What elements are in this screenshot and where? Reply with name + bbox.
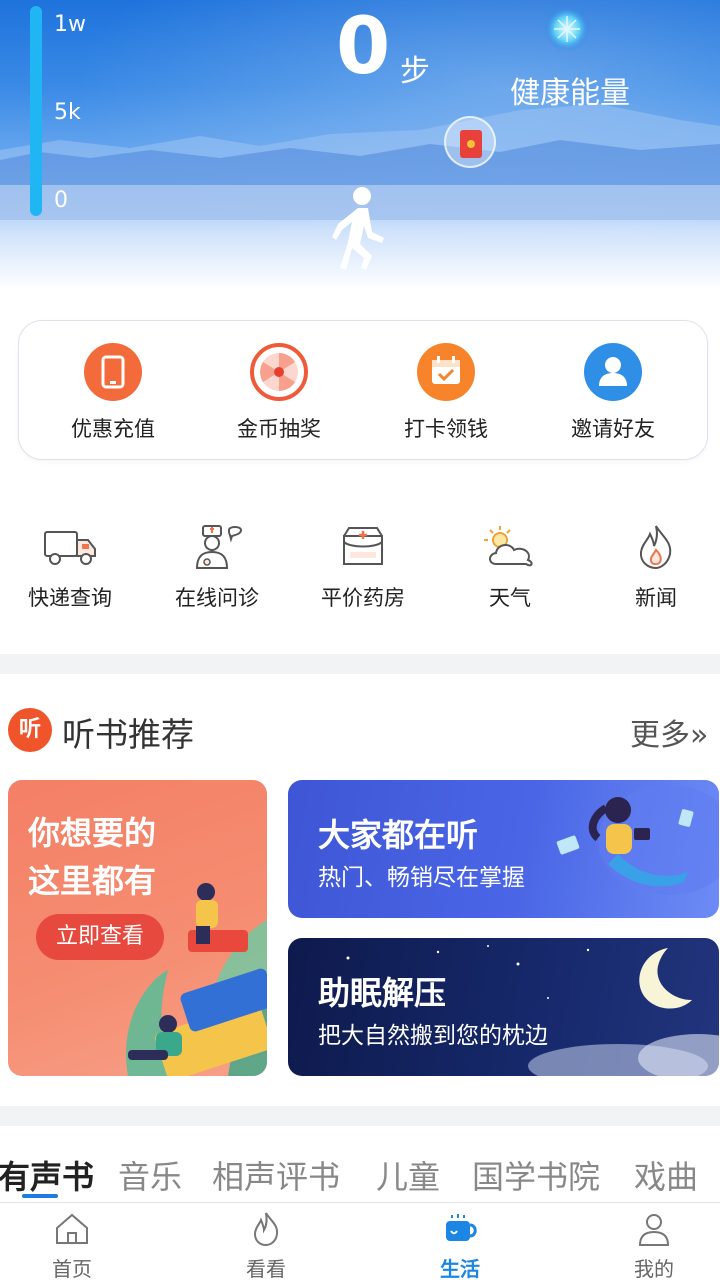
step-count: 0	[336, 2, 391, 92]
lottery-wheel-icon	[250, 343, 308, 401]
tablet-icon	[84, 343, 142, 401]
quick-action-label: 金币抽奖	[237, 417, 321, 441]
service-express-tracking[interactable]: 快递查询	[0, 524, 140, 612]
nav-watch[interactable]: 看看	[206, 1209, 326, 1280]
medicine-box-icon	[343, 527, 383, 565]
sleep-card-subtitle: 把大自然搬到您的枕边	[318, 1023, 548, 1049]
home-icon	[56, 1213, 88, 1244]
nav-label: 我的	[634, 1257, 674, 1280]
view-now-button[interactable]: 立即查看	[36, 914, 164, 960]
nav-life[interactable]: 生活	[400, 1209, 520, 1280]
red-packet-icon	[460, 130, 482, 158]
feature-card-line2: 这里都有	[28, 862, 157, 900]
service-weather[interactable]: 天气	[440, 524, 580, 612]
scale-label-max: 1w	[54, 12, 86, 37]
nav-home[interactable]: 首页	[12, 1209, 132, 1280]
service-news[interactable]: 新闻	[586, 524, 720, 612]
doctor-icon	[195, 525, 243, 569]
step-progress-bar	[30, 6, 42, 216]
nav-label: 生活	[440, 1257, 480, 1280]
truck-icon	[44, 531, 96, 565]
quick-action-checkin[interactable]: 打卡领钱	[362, 343, 530, 443]
bottom-nav: 首页 看看 生活 我的	[0, 1202, 720, 1280]
section-divider	[0, 654, 720, 674]
step-unit: 步	[400, 54, 430, 89]
category-tab-audiobook[interactable]: 有声书	[0, 1152, 94, 1198]
active-tab-indicator	[22, 1194, 58, 1198]
flame-icon	[639, 525, 672, 570]
service-online-consultation[interactable]: 在线问诊	[147, 524, 287, 612]
feature-card-line1: 你想要的	[28, 814, 157, 852]
person-icon	[638, 1214, 670, 1246]
scale-label-min: 0	[54, 188, 68, 213]
user-icon	[584, 343, 642, 401]
flame-outline-icon	[253, 1212, 279, 1247]
quick-action-invite[interactable]: 邀请好友	[529, 343, 697, 443]
nav-mine[interactable]: 我的	[594, 1209, 714, 1280]
category-tab-crosstalk[interactable]: 相声评书	[212, 1152, 340, 1198]
popular-card-title: 大家都在听	[318, 816, 479, 854]
walking-person-icon	[332, 187, 384, 270]
weather-icon	[484, 526, 533, 567]
energy-orb-icon[interactable]	[542, 4, 592, 54]
category-tab-opera[interactable]: 戏曲	[634, 1152, 698, 1198]
sleep-card-title: 助眠解压	[318, 974, 447, 1012]
feature-card[interactable]: 你想要的 这里都有 立即查看	[8, 780, 267, 1076]
coffee-cup-icon	[446, 1214, 477, 1241]
quick-action-label: 打卡领钱	[404, 417, 488, 441]
more-link[interactable]: 更多»	[630, 710, 708, 754]
quick-action-recharge[interactable]: 优惠充值	[29, 343, 197, 443]
category-tab-classics[interactable]: 国学书院	[472, 1152, 600, 1198]
red-packet-button[interactable]	[444, 116, 496, 168]
section-divider	[0, 1106, 720, 1126]
service-label: 天气	[489, 586, 531, 610]
popular-card[interactable]: 大家都在听 热门、畅销尽在掌握	[288, 780, 719, 918]
popular-card-subtitle: 热门、畅销尽在掌握	[318, 865, 525, 891]
service-label: 平价药房	[321, 586, 405, 610]
service-label: 快递查询	[28, 586, 112, 610]
quick-action-lottery[interactable]: 金币抽奖	[195, 343, 363, 443]
nav-label: 首页	[52, 1257, 92, 1280]
listen-icon: 听	[8, 708, 52, 752]
health-energy-label[interactable]: 健康能量	[510, 68, 630, 112]
step-header: 1w 5k 0 0 步 健康能量	[0, 0, 720, 290]
category-tab-music[interactable]: 音乐	[118, 1152, 182, 1198]
quick-action-label: 优惠充值	[71, 417, 155, 441]
service-label: 在线问诊	[175, 586, 259, 610]
category-tab-children[interactable]: 儿童	[376, 1152, 440, 1198]
section-title: 听书推荐	[62, 715, 194, 754]
scale-label-mid: 5k	[54, 100, 81, 125]
nav-label: 看看	[246, 1257, 286, 1280]
calendar-check-icon	[417, 343, 475, 401]
quick-actions-card: 优惠充值 金币抽奖 打卡领钱 邀请好友	[18, 320, 708, 460]
service-label: 新闻	[635, 586, 677, 610]
quick-action-label: 邀请好友	[571, 417, 655, 441]
service-pharmacy[interactable]: 平价药房	[293, 524, 433, 612]
sleep-card[interactable]: 助眠解压 把大自然搬到您的枕边	[288, 938, 719, 1076]
